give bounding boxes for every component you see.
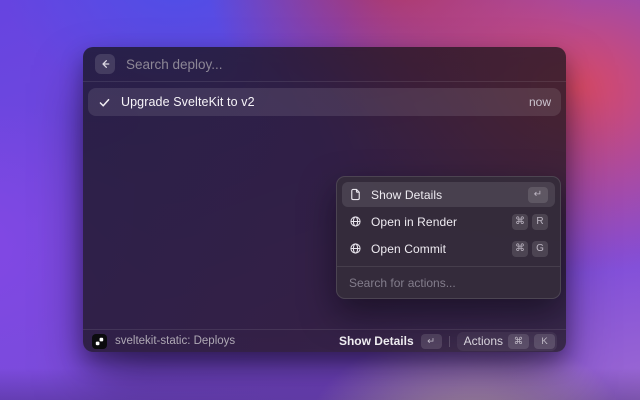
source-label: sveltekit-static: Deploys [115,335,236,347]
search-bar [83,47,566,82]
main-area: Show Details ↵ Open in Render ⌘ R Open C… [83,122,566,329]
result-list: Upgrade SvelteKit to v2 now [83,82,566,122]
extension-icon [92,333,107,349]
menu-item-show-details[interactable]: Show Details ↵ [342,182,555,207]
document-icon [349,188,362,201]
status-bar-divider [448,335,450,347]
actions-search-input[interactable] [349,275,548,290]
actions-menu: Show Details ↵ Open in Render ⌘ R Open C… [336,176,561,299]
result-timestamp: now [528,95,551,109]
arrow-left-icon [99,58,111,70]
letter-key-badge: G [532,240,548,257]
menu-item-label: Open Commit [371,241,447,256]
return-key-badge: ↵ [420,333,442,349]
menu-item-label: Open in Render [371,214,458,229]
menu-item-open-commit[interactable]: Open Commit ⌘ G [342,236,555,261]
cmd-key-badge: ⌘ [508,333,529,349]
checkmark-icon [98,96,111,109]
return-key-badge: ↵ [528,186,548,203]
result-row-selected[interactable]: Upgrade SvelteKit to v2 now [88,88,561,116]
status-bar: sveltekit-static: Deploys Show Details ↵… [83,329,566,352]
actions-button[interactable]: Actions ⌘ K [456,331,557,351]
globe-icon [349,215,362,228]
command-palette-window: Upgrade SvelteKit to v2 now Show Detai [83,47,566,352]
menu-item-open-in-render[interactable]: Open in Render ⌘ R [342,209,555,234]
letter-key-badge: K [534,333,555,349]
back-button[interactable] [95,54,115,74]
result-title: Upgrade SvelteKit to v2 [121,95,255,109]
actions-label: Actions [463,334,503,348]
cmd-key-badge: ⌘ [512,213,528,230]
actions-search [337,266,560,298]
globe-icon [349,242,362,255]
cmd-key-badge: ⌘ [512,240,528,257]
search-input[interactable] [126,56,554,72]
primary-action-label[interactable]: Show Details [339,334,414,348]
letter-key-badge: R [532,213,548,230]
menu-item-label: Show Details [371,187,443,202]
